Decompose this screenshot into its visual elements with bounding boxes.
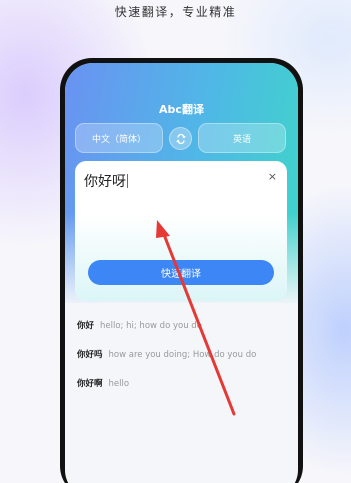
suggestion-definition: how are you doing; How do you do: [108, 350, 257, 360]
suggestion-definition: hello; hi; how do you do: [100, 321, 202, 331]
suggestion-word: 你好: [77, 321, 95, 331]
input-value: 你好呀: [84, 174, 126, 190]
app-screen: Abc翻译 中文（简体） 英语 你好呀 × 快速翻译 你好 hello; hi; …: [65, 63, 298, 483]
target-language-button[interactable]: 英语: [198, 123, 286, 153]
suggestion-item[interactable]: 你好啊 hello: [77, 377, 287, 406]
suggestion-item[interactable]: 你好吗 how are you doing; How do you do: [77, 348, 287, 377]
clear-input-button[interactable]: ×: [268, 170, 277, 183]
text-caret: [127, 174, 128, 188]
swap-icon: [175, 133, 186, 144]
suggestion-item[interactable]: 你好 hello; hi; how do you do: [77, 319, 287, 348]
suggestion-list: 你好 hello; hi; how do you do 你好吗 how are yo…: [77, 319, 287, 406]
text-input[interactable]: 你好呀: [84, 171, 128, 191]
swap-language-button[interactable]: [169, 127, 192, 150]
suggestion-word: 你好啊: [77, 379, 103, 389]
suggestion-definition: hello: [108, 379, 130, 389]
translation-input-card: 你好呀 × 快速翻译: [75, 161, 287, 301]
tagline: 快速翻译，专业精准: [114, 5, 237, 19]
app-title: Abc翻译: [159, 103, 204, 116]
suggestion-word: 你好吗: [77, 350, 103, 360]
source-language-button[interactable]: 中文（简体）: [75, 123, 163, 153]
translate-button[interactable]: 快速翻译: [88, 260, 274, 285]
phone-frame: Abc翻译 中文（简体） 英语 你好呀 × 快速翻译 你好 hello; hi; …: [60, 58, 303, 483]
